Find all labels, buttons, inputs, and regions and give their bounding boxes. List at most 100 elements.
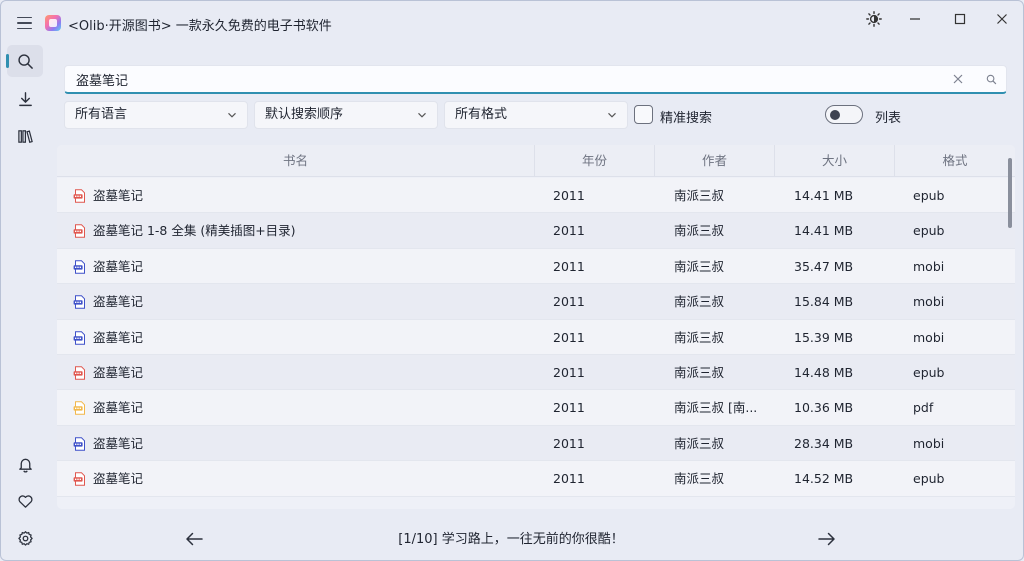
cell-size: 15.84 MB — [794, 294, 854, 310]
header-name[interactable]: 书名 — [57, 145, 535, 177]
cell-author: 南派三叔 — [674, 329, 725, 345]
mobi-file-icon — [73, 295, 85, 309]
prev-page-arrow-icon[interactable] — [181, 527, 207, 551]
title-bar: <Olib·开源图书> 一款永久免费的电子书软件 — [1, 1, 1023, 41]
search-input[interactable] — [65, 66, 925, 93]
epub-file-icon — [73, 366, 85, 380]
cell-name: 盗墓笔记 — [93, 258, 144, 274]
header-author[interactable]: 作者 — [655, 145, 775, 177]
cell-format: mobi — [913, 258, 945, 274]
format-dropdown[interactable]: 所有格式 — [444, 101, 628, 129]
sidebar-library-icon[interactable] — [7, 120, 43, 152]
table-row[interactable]: 盗墓笔记 2011 南派三叔 35.47 MB mobi — [57, 248, 1015, 285]
cell-year: 2011 — [553, 364, 585, 380]
mobi-file-icon — [73, 437, 85, 451]
header-size[interactable]: 大小 — [775, 145, 895, 177]
cell-author: 南派三叔 — [674, 435, 725, 451]
cell-size: 10.36 MB — [794, 400, 854, 416]
cell-year: 2011 — [553, 471, 585, 487]
page-info: [1/10] 学习路上，一往无前的你很酷！ — [398, 532, 624, 547]
cell-year: 2011 — [553, 188, 585, 203]
format-dropdown-value: 所有格式 — [455, 107, 508, 122]
chevron-down-icon — [228, 112, 236, 118]
search-box — [64, 65, 1007, 94]
list-view-toggle[interactable] — [825, 105, 863, 124]
results-table: 书名 年份 作者 大小 格式 盗墓笔记 2011 南派三叔 14.41 MB epub 盗… — [57, 145, 1015, 509]
cell-size: 28.34 MB — [794, 435, 854, 451]
cell-size: 14.41 MB — [794, 188, 854, 203]
sidebar-favorite-icon[interactable] — [7, 485, 43, 517]
cell-size: 15.39 MB — [794, 329, 854, 345]
mobi-file-icon — [73, 330, 85, 345]
search-icon[interactable] — [982, 70, 1000, 88]
table-header: 书名 年份 作者 大小 格式 — [57, 145, 1015, 177]
cell-name: 盗墓笔记 1-8 全集 (精美插图+目录) — [93, 223, 296, 239]
sidebar — [1, 41, 47, 560]
cell-year: 2011 — [553, 329, 585, 345]
maximize-icon[interactable] — [940, 7, 980, 31]
app-logo-icon — [45, 15, 61, 31]
app-window: <Olib·开源图书> 一款永久免费的电子书软件 盗墓笔记 所有语言 默认搜索顺… — [0, 0, 1024, 561]
cell-name: 盗墓笔记 — [93, 364, 144, 380]
cell-format: epub — [913, 188, 945, 203]
table-row[interactable]: 盗墓笔记 1-8 全集 (精美插图+目录) 2011 南派三叔 14.41 MB epu… — [57, 213, 1015, 249]
list-view-label: 列表 — [875, 111, 902, 126]
cell-author: 南派三叔 — [674, 471, 725, 487]
table-row[interactable]: 盗墓笔记 2011 南派三叔 28.34 MB mobi — [57, 425, 1015, 462]
sort-order-dropdown-value: 默认搜索顺序 — [265, 107, 344, 122]
window-title: <Olib·开源图书> 一款永久免费的电子书软件 — [68, 19, 332, 34]
cell-year: 2011 — [553, 400, 585, 416]
epub-file-icon — [73, 224, 85, 239]
cell-format: epub — [913, 364, 945, 380]
cell-author: 南派三叔 — [674, 364, 725, 380]
cell-author: 南派三叔 — [674, 258, 725, 274]
sort-order-dropdown[interactable]: 默认搜索顺序 — [254, 101, 438, 129]
cell-name: 盗墓笔记 — [93, 188, 144, 203]
cell-author: 南派三叔 — [674, 294, 725, 310]
table-row[interactable]: 盗墓笔记 2011 南派三叔 14.52 MB epub — [57, 461, 1015, 497]
language-dropdown-value: 所有语言 — [75, 107, 128, 122]
cell-size: 35.47 MB — [794, 258, 854, 274]
close-icon[interactable] — [982, 7, 1022, 31]
cell-format: epub — [913, 223, 945, 239]
cell-name: 盗墓笔记 — [93, 294, 144, 310]
language-dropdown[interactable]: 所有语言 — [64, 101, 248, 129]
table-row[interactable]: 盗墓笔记 2011 南派三叔 14.41 MB epub — [57, 178, 1015, 214]
hamburger-menu-icon[interactable] — [11, 11, 37, 35]
theme-toggle-icon[interactable] — [854, 7, 894, 31]
cell-author: 南派三叔 — [674, 188, 725, 203]
exact-search-checkbox[interactable] — [634, 105, 653, 124]
cell-author: 南派三叔 [南... — [674, 400, 758, 416]
table-row[interactable]: 盗墓笔记 2011 南派三叔 [南... 10.36 MB pdf — [57, 390, 1015, 426]
sidebar-settings-icon[interactable] — [7, 522, 43, 554]
chevron-down-icon — [608, 112, 616, 118]
sidebar-download-icon[interactable] — [7, 83, 43, 115]
table-row[interactable]: 盗墓笔记 2011 南派三叔 15.84 MB mobi — [57, 284, 1015, 320]
table-row[interactable]: 盗墓笔记 2011 南派三叔 15.39 MB mobi — [57, 319, 1015, 355]
cell-size: 14.52 MB — [794, 471, 854, 487]
cell-format: mobi — [913, 294, 945, 310]
clear-search-icon[interactable] — [949, 70, 967, 88]
table-row[interactable]: 盗墓笔记 2011 南派三叔 14.48 MB epub — [57, 354, 1015, 391]
cell-format: epub — [913, 471, 945, 487]
next-page-arrow-icon[interactable] — [814, 527, 840, 551]
cell-year: 2011 — [553, 435, 585, 451]
cell-size: 14.41 MB — [794, 223, 854, 239]
cell-size: 14.48 MB — [794, 364, 854, 380]
sidebar-search-icon[interactable] — [6, 45, 43, 77]
header-format[interactable]: 格式 — [895, 145, 1015, 177]
cell-format: mobi — [913, 435, 945, 451]
cell-name: 盗墓笔记 — [93, 435, 144, 451]
sidebar-notification-icon[interactable] — [7, 448, 43, 480]
minimize-icon[interactable] — [895, 7, 935, 31]
cell-author: 南派三叔 — [674, 223, 725, 239]
epub-file-icon — [73, 472, 85, 486]
table-scrollbar[interactable] — [1008, 158, 1012, 228]
chevron-down-icon — [418, 112, 426, 118]
exact-search-label: 精准搜索 — [660, 111, 713, 126]
table-body: 盗墓笔记 2011 南派三叔 14.41 MB epub 盗墓笔记 1-8 全集 (精美插… — [57, 178, 1015, 497]
epub-file-icon — [73, 189, 85, 203]
header-year[interactable]: 年份 — [535, 145, 655, 177]
cell-name: 盗墓笔记 — [93, 471, 144, 487]
cell-year: 2011 — [553, 258, 585, 274]
